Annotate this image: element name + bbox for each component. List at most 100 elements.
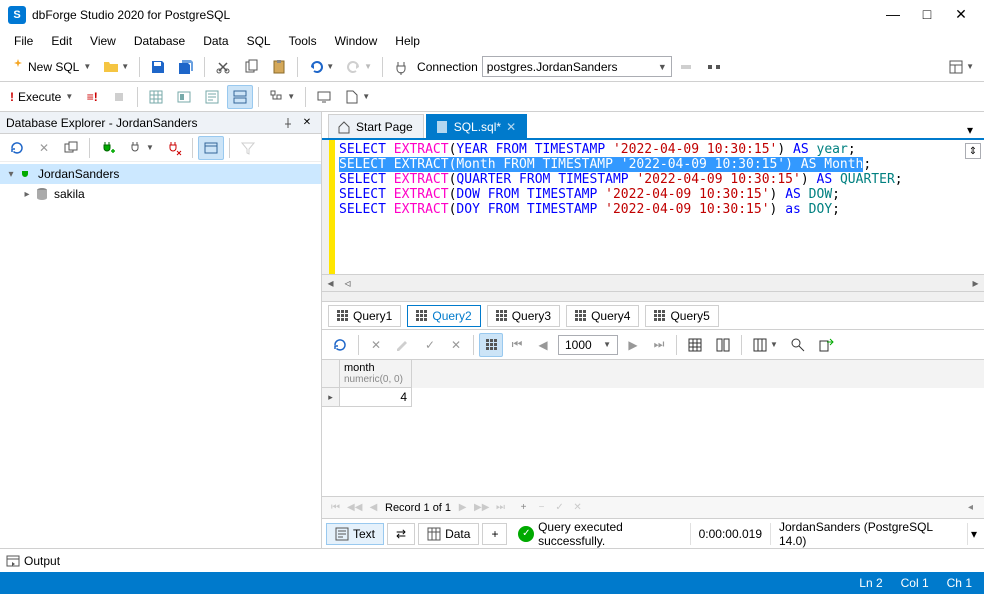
collapse-icon[interactable]: ▾ (4, 169, 18, 180)
show-all-button[interactable] (198, 136, 224, 160)
close-window-button[interactable]: ✕ (946, 5, 976, 25)
connection-icon-button[interactable] (388, 55, 414, 79)
tab-close-button[interactable]: ✕ (506, 120, 516, 134)
copy-button[interactable] (238, 55, 264, 79)
cut-button[interactable] (210, 55, 236, 79)
redo-button[interactable]: ▼ (341, 55, 377, 79)
execute-button[interactable]: ! Execute ▼ (5, 85, 78, 109)
add-view-button[interactable]: + (482, 523, 507, 545)
next-page-record-button[interactable]: ▶▶ (474, 502, 489, 513)
prev-record-button[interactable]: ◀ (366, 502, 381, 513)
page-last-button[interactable]: ⏭ (647, 333, 671, 357)
scroll-left-icon[interactable]: ◂ (322, 275, 339, 292)
table-row[interactable]: ▸ 4 (322, 388, 984, 407)
data-mode-button[interactable]: Data (418, 523, 479, 545)
show-connections-button[interactable]: ▼ (123, 136, 159, 160)
tree-node-connection[interactable]: ▾ JordanSanders (0, 164, 321, 184)
swap-mode-button[interactable]: ⇄ (387, 523, 415, 545)
query-tab-1[interactable]: Query1 (328, 305, 401, 327)
menu-tools[interactable]: Tools (281, 31, 325, 51)
connection-combo[interactable]: postgres.JordanSanders ▼ (482, 56, 672, 77)
page-next-button[interactable]: ▶ (621, 333, 645, 357)
query-tab-5[interactable]: Query5 (645, 305, 718, 327)
editor-horizontal-scrollbar[interactable]: ◂ ◃ ▸ (322, 274, 984, 291)
filter-button[interactable] (235, 136, 261, 160)
new-sql-button[interactable]: New SQL ▼ (5, 55, 96, 79)
open-button[interactable]: ▼ (98, 55, 134, 79)
page-prev-button[interactable]: ◀ (531, 333, 555, 357)
tb-grid-button[interactable] (143, 85, 169, 109)
grid-apply-button[interactable] (390, 333, 416, 357)
column-header[interactable]: month numeric(0, 0) (340, 360, 412, 388)
result-grid[interactable]: month numeric(0, 0) ▸ 4 (322, 360, 984, 496)
execute-to-cursor-button[interactable]: ≡! (80, 85, 104, 109)
tb-single-button[interactable] (199, 85, 225, 109)
menu-data[interactable]: Data (195, 31, 236, 51)
horizontal-splitter[interactable] (322, 292, 984, 302)
cell-value[interactable]: 4 (340, 388, 412, 407)
menu-file[interactable]: File (6, 31, 41, 51)
new-connection-button[interactable] (95, 136, 121, 160)
page-first-button[interactable]: ⏮ (505, 333, 529, 357)
explorer-tree[interactable]: ▾ JordanSanders ▸ sakila (0, 162, 321, 548)
prev-page-record-button[interactable]: ◀◀ (347, 502, 362, 513)
code-area[interactable]: SELECT EXTRACT(YEAR FROM TIMESTAMP '2022… (322, 140, 984, 274)
window-layouts-button[interactable]: ▼ (943, 55, 979, 79)
menu-database[interactable]: Database (126, 31, 193, 51)
last-record-button[interactable]: ⏭ (493, 502, 508, 513)
menu-sql[interactable]: SQL (239, 31, 279, 51)
query-tab-2[interactable]: Query2 (407, 305, 480, 327)
scroll-right-icon[interactable]: ▸ (967, 275, 984, 292)
tb-outline-button[interactable]: ▼ (264, 85, 300, 109)
db-unplug-button[interactable] (701, 55, 727, 79)
tab-start-page[interactable]: Start Page (328, 114, 424, 138)
query-tab-4[interactable]: Query4 (566, 305, 639, 327)
first-record-button[interactable]: ⏮ (328, 502, 343, 513)
grid-paging-button[interactable] (479, 333, 503, 357)
editor-collapse-button[interactable]: ⇕ (965, 143, 981, 159)
stop-button[interactable] (106, 85, 132, 109)
view-grid-button[interactable] (682, 333, 708, 357)
delete-node-button[interactable]: ✕ (32, 136, 56, 160)
tb-card-button[interactable] (171, 85, 197, 109)
next-record-button[interactable]: ▶ (455, 502, 470, 513)
grid-refresh-button[interactable] (327, 333, 353, 357)
scroll-left2-icon[interactable]: ◃ (339, 275, 356, 292)
status-dropdown-button[interactable]: ▾ (967, 523, 980, 545)
paste-button[interactable] (266, 55, 292, 79)
menu-edit[interactable]: Edit (43, 31, 80, 51)
hscroll-left-icon[interactable]: ◂ (963, 502, 978, 513)
tab-sql-file[interactable]: SQL.sql* ✕ (426, 114, 527, 138)
commit-record-button[interactable]: ✓ (552, 502, 567, 513)
query-tab-3[interactable]: Query3 (487, 305, 560, 327)
page-size-combo[interactable]: 1000▼ (558, 335, 618, 355)
refresh-button[interactable] (4, 136, 30, 160)
menu-help[interactable]: Help (387, 31, 428, 51)
delete-record-button[interactable]: − (534, 502, 549, 513)
add-record-button[interactable]: + (516, 502, 531, 513)
maximize-button[interactable]: □ (912, 5, 942, 25)
minimize-button[interactable]: ― (878, 5, 908, 25)
tb-toggle-results-button[interactable] (227, 85, 253, 109)
save-all-button[interactable] (173, 55, 199, 79)
text-mode-button[interactable]: Text (326, 523, 384, 545)
tabs-overflow-button[interactable]: ▾ (962, 122, 978, 138)
tree-node-database[interactable]: ▸ sakila (0, 184, 321, 204)
grid-apply2-button[interactable]: ✓ (418, 333, 442, 357)
menu-window[interactable]: Window (327, 31, 386, 51)
tb-bookmark-button[interactable]: ▼ (339, 85, 375, 109)
view-card-button[interactable] (710, 333, 736, 357)
menu-view[interactable]: View (82, 31, 124, 51)
save-button[interactable] (145, 55, 171, 79)
revert-record-button[interactable]: ✕ (570, 502, 585, 513)
grid-cancel-button[interactable]: ✕ (364, 333, 388, 357)
undo-button[interactable]: ▼ (303, 55, 339, 79)
pin-button[interactable] (280, 115, 296, 131)
tb-screen-button[interactable] (311, 85, 337, 109)
expand-icon[interactable]: ▸ (20, 189, 34, 200)
db-plug-button[interactable] (673, 55, 699, 79)
new-window-button[interactable] (58, 136, 84, 160)
find-button[interactable] (785, 333, 811, 357)
panel-close-button[interactable]: ✕ (299, 115, 315, 131)
grid-cancel2-button[interactable]: ✕ (444, 333, 468, 357)
